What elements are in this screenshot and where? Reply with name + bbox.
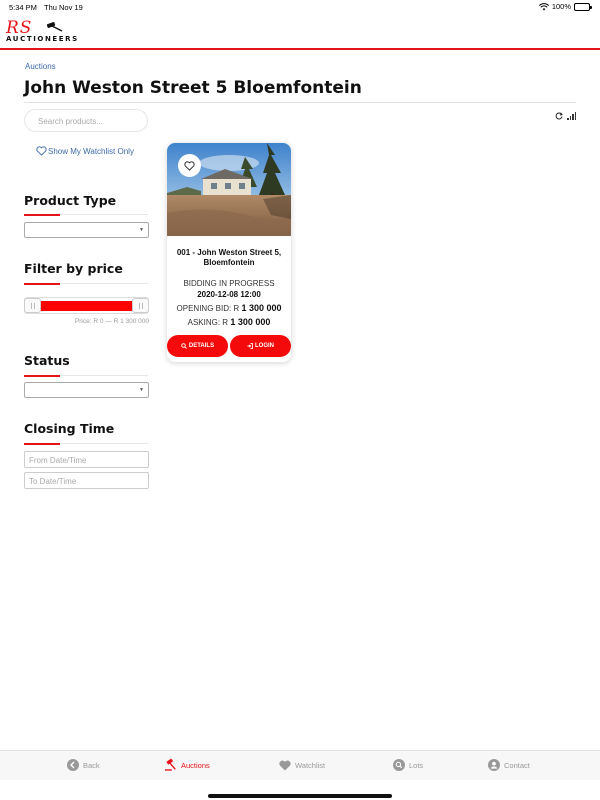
tab-watchlist-label: Watchlist — [295, 760, 326, 770]
status-filter-rule — [24, 375, 148, 377]
gavel-logo-icon — [46, 22, 63, 32]
price-min-handle[interactable] — [24, 298, 41, 313]
login-label: LOGIN — [255, 343, 274, 349]
tab-watchlist[interactable]: Watchlist — [279, 759, 325, 771]
price-filter-rule — [24, 283, 148, 285]
heart-outline-icon — [184, 160, 195, 171]
search-input[interactable]: Search products... — [24, 109, 148, 132]
watchlist-label: Show My Watchlist Only — [48, 147, 134, 156]
tab-back-label: Back — [83, 760, 100, 770]
logo-word: AUCTIONEERS — [6, 35, 79, 43]
price-range-track — [37, 301, 136, 311]
tab-contact-label: Contact — [504, 760, 530, 770]
gavel-icon — [165, 758, 177, 771]
lot-status: BIDDING IN PROGRESS — [183, 279, 275, 288]
caret-down-icon: ▼ — [139, 227, 144, 233]
product-type-select[interactable]: ▼ — [24, 222, 149, 238]
details-button[interactable]: DETAILS — [167, 335, 228, 357]
tab-auctions-label: Auctions — [181, 760, 210, 770]
heart-icon — [279, 759, 291, 771]
closing-time-rule — [24, 443, 148, 445]
sign-in-icon — [247, 343, 253, 349]
details-label: DETAILS — [188, 343, 215, 349]
asking-value: 1 300 000 — [230, 317, 271, 327]
login-button[interactable]: LOGIN — [230, 335, 291, 357]
page-title: John Weston Street 5 Bloemfontein — [24, 78, 362, 98]
product-card[interactable]: 001 - John Weston Street 5, Bloemfontein… — [167, 143, 291, 362]
price-range-slider[interactable] — [24, 297, 149, 314]
breadcrumb-auctions[interactable]: Auctions — [25, 62, 56, 71]
status-bar: 5:34 PM Thu Nov 19 100% — [0, 0, 600, 16]
asking-price: ASKING: R 1 300 000 — [167, 317, 291, 327]
back-icon — [67, 759, 79, 771]
opening-bid-value: 1 300 000 — [241, 303, 282, 313]
app-header: RS AUCTIONEERS — [0, 16, 600, 50]
refresh-icon[interactable] — [555, 112, 563, 120]
status-select[interactable]: ▼ — [24, 382, 149, 398]
status-date: Thu Nov 19 — [44, 3, 83, 12]
logo[interactable]: RS AUCTIONEERS — [6, 18, 90, 46]
price-range-label: Price: R 0 — R 1 300 000 — [74, 318, 149, 325]
title-divider — [24, 102, 576, 103]
product-type-title: Product Type — [24, 193, 117, 208]
heart-outline-icon — [36, 146, 47, 156]
lot-title[interactable]: 001 - John Weston Street 5, Bloemfontein — [173, 248, 285, 268]
tab-contact[interactable]: Contact — [488, 759, 530, 771]
opening-bid: OPENING BID: R 1 300 000 — [167, 303, 291, 313]
product-type-rule — [24, 214, 148, 216]
status-indicators: 100% — [538, 2, 592, 11]
search-icon — [393, 759, 405, 771]
battery-percent: 100% — [551, 2, 571, 11]
status-filter-title: Status — [24, 353, 70, 368]
watchlist-toggle[interactable]: Show My Watchlist Only — [36, 146, 146, 157]
opening-bid-label: OPENING BID: R — [176, 304, 240, 313]
bottom-tab-bar: Back Auctions Watchlist Lots Contact — [0, 750, 600, 780]
from-date-input[interactable]: From Date/Time — [24, 451, 149, 468]
asking-label: ASKING: R — [187, 318, 229, 327]
view-tools — [555, 112, 576, 120]
caret-down-icon: ▼ — [139, 387, 144, 393]
favorite-button[interactable] — [178, 154, 201, 177]
tab-auctions[interactable]: Auctions — [165, 758, 210, 771]
to-date-input[interactable]: To Date/Time — [24, 472, 149, 489]
user-icon — [488, 759, 500, 771]
tab-lots[interactable]: Lots — [393, 759, 423, 771]
price-max-handle[interactable] — [132, 298, 149, 313]
home-indicator[interactable] — [208, 794, 392, 798]
tab-back[interactable]: Back — [67, 759, 100, 771]
wifi-icon — [538, 2, 549, 10]
tab-lots-label: Lots — [409, 760, 424, 770]
lot-closing-time: 2020-12-08 12:00 — [197, 290, 261, 299]
closing-time-title: Closing Time — [24, 421, 115, 436]
battery-icon — [574, 2, 592, 11]
search-icon — [181, 343, 187, 349]
status-time: 5:34 PM — [9, 3, 37, 12]
sort-bars-icon[interactable] — [567, 112, 576, 120]
price-filter-title: Filter by price — [24, 261, 123, 276]
